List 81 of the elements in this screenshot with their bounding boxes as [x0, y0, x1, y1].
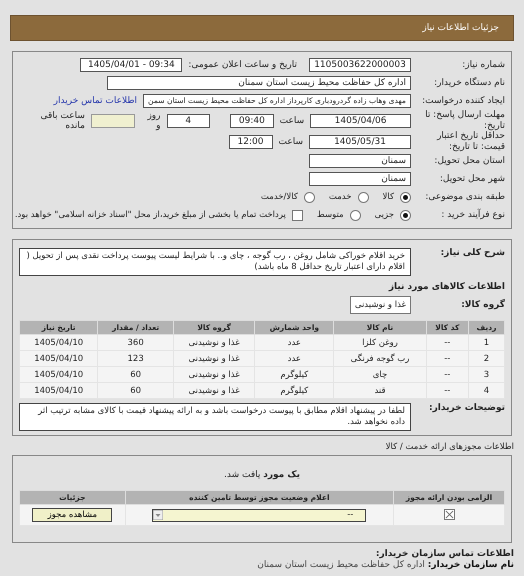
table-cell: غذا و نوشیدنی — [173, 382, 255, 399]
field-label: ساعت — [280, 116, 304, 126]
radio-label: کالا/خدمت — [260, 192, 298, 202]
table-cell: 123 — [98, 350, 174, 367]
buyer-field: اداره کل حفاظت محیط زیست استان سمنان — [107, 76, 411, 90]
section-heading: اطلاعات مجوزهای ارائه خدمت / کالا — [384, 442, 514, 452]
field-label: استان محل تحویل: — [433, 156, 505, 166]
status-dropdown[interactable]: -- — [152, 508, 366, 522]
table-cell: 60 — [98, 366, 174, 383]
table-cell: -- — [426, 382, 468, 399]
table-cell: 3 — [468, 366, 504, 383]
table-cell: 60 — [98, 382, 174, 399]
result-count: یک مورد یافت شد. — [223, 470, 301, 480]
table-cell: -- — [426, 350, 468, 367]
contact-heading: اطلاعات تماس سازمان خریدار: — [374, 549, 514, 560]
radio-label: کالا — [382, 192, 394, 202]
table-cell: قند — [334, 382, 426, 399]
field-label: شماره نیاز: — [461, 60, 505, 70]
field-label: توضیحات خریدار: — [428, 403, 505, 414]
table-cell: 1405/04/10 — [20, 366, 98, 383]
field-label: نام دستگاه خریدار: — [433, 78, 505, 88]
section-heading: اطلاعات کالاهای مورد نیاز — [388, 282, 505, 292]
field-label: ساعت — [278, 136, 303, 146]
field-label: ساعت باقی مانده — [40, 110, 85, 130]
field-label: مهلت ارسال پاسخ: تا تاریخ: — [424, 110, 505, 130]
table-cell: عدد — [254, 350, 334, 367]
hours-field — [90, 114, 134, 128]
table-cell: عدد — [254, 334, 334, 351]
radio-label: جزیی — [374, 210, 394, 220]
time-field: 12:00 — [228, 134, 272, 148]
radio-button[interactable] — [350, 210, 361, 220]
goods-group-box: غذا و نوشیدنی — [350, 296, 411, 314]
field-label: ایجاد کننده درخواست: — [421, 96, 505, 106]
time-field: 09:40 — [230, 114, 274, 128]
table-cell: کیلوگرم — [254, 382, 334, 399]
table-cell: رب گوجه فرنگی — [334, 350, 426, 367]
table-cell: چای — [334, 366, 426, 383]
table-cell: 2 — [468, 350, 504, 367]
table-cell: 1405/04/10 — [20, 350, 98, 367]
table-cell: غذا و نوشیدنی — [173, 334, 255, 351]
contact-link[interactable]: اطلاعات تماس خریدار — [54, 96, 138, 106]
radio-button[interactable] — [358, 192, 369, 202]
description-box: خرید اقلام خوراکی شامل روغن ، رب گوجه ، چای و.. با شرایط لیست پیوست پرداخت نقدی پس از تحویل ( اقلام دارای اعتبار تاریخ حداقل 8 ماه باشد) — [19, 248, 411, 276]
table-cell: 4 — [468, 382, 504, 399]
city-field: سمنان — [309, 172, 411, 186]
checkbox-label: پرداخت تمام یا بخشی از مبلغ خرید،از محل "اسناد خزانه اسلامی" خواهد بود. — [14, 210, 286, 220]
table-cell: -- — [426, 334, 468, 351]
notes-box: لطفا در پیشنهاد اقلام مطابق با پیوست درخواست باشد و به ارائه پیشنهاد قیمت با کالای مشابه ترتیب اثر داده نخواهد شد. — [19, 403, 411, 432]
radio-label: متوسط — [316, 210, 344, 220]
table-cell: غذا و نوشیدنی — [173, 366, 255, 383]
field-label: تاریخ و ساعت اعلان عمومی: — [188, 60, 297, 70]
table-cell: 360 — [98, 334, 174, 351]
table-cell: روغن کلزا — [334, 334, 426, 351]
view-permit-button[interactable]: مشاهده مجوز — [32, 508, 112, 522]
date-field: 1405/05/31 — [309, 134, 411, 148]
table-cell: 1405/04/10 — [20, 334, 98, 351]
province-field: سمنان — [309, 154, 411, 168]
radio-button[interactable] — [304, 192, 315, 202]
radio-button[interactable] — [400, 210, 411, 220]
table-cell: غذا و نوشیدنی — [173, 350, 255, 367]
table-cell: 1405/04/10 — [20, 382, 98, 399]
field-label: طبقه بندی موضوعی: — [424, 192, 505, 202]
table-cell: 1 — [468, 334, 504, 351]
table-cell: -- — [426, 366, 468, 383]
page-title: جزئیات اطلاعات نیاز — [422, 23, 499, 33]
field-label: شرح کلی نیاز: — [440, 248, 505, 258]
table-cell: کیلوگرم — [254, 366, 334, 383]
field-label: نوع فرآیند خرید : — [440, 210, 505, 220]
checkbox[interactable] — [292, 210, 303, 220]
field-label: گروه کالا: — [460, 300, 505, 310]
dropdown-arrow-icon — [153, 510, 164, 520]
need-number-field: 1105003622000003 — [309, 58, 411, 72]
days-field: 4 — [166, 114, 210, 128]
field-label: حداقل تاریخ اعتبار قیمت: تا تاریخ: — [436, 131, 505, 152]
radio-button[interactable] — [400, 192, 411, 202]
radio-label: خدمت — [328, 192, 352, 202]
date-field: 1405/04/06 — [310, 114, 411, 128]
field-label: شهر محل تحویل: — [438, 174, 505, 184]
announce-date-field: 1405/04/01 - 09:34 — [80, 58, 182, 72]
buyer-org-text: نام سازمان خریدار: اداره کل حفاظت محیط زیست استان سمنان — [256, 560, 514, 570]
field-label: روز و — [146, 110, 160, 130]
